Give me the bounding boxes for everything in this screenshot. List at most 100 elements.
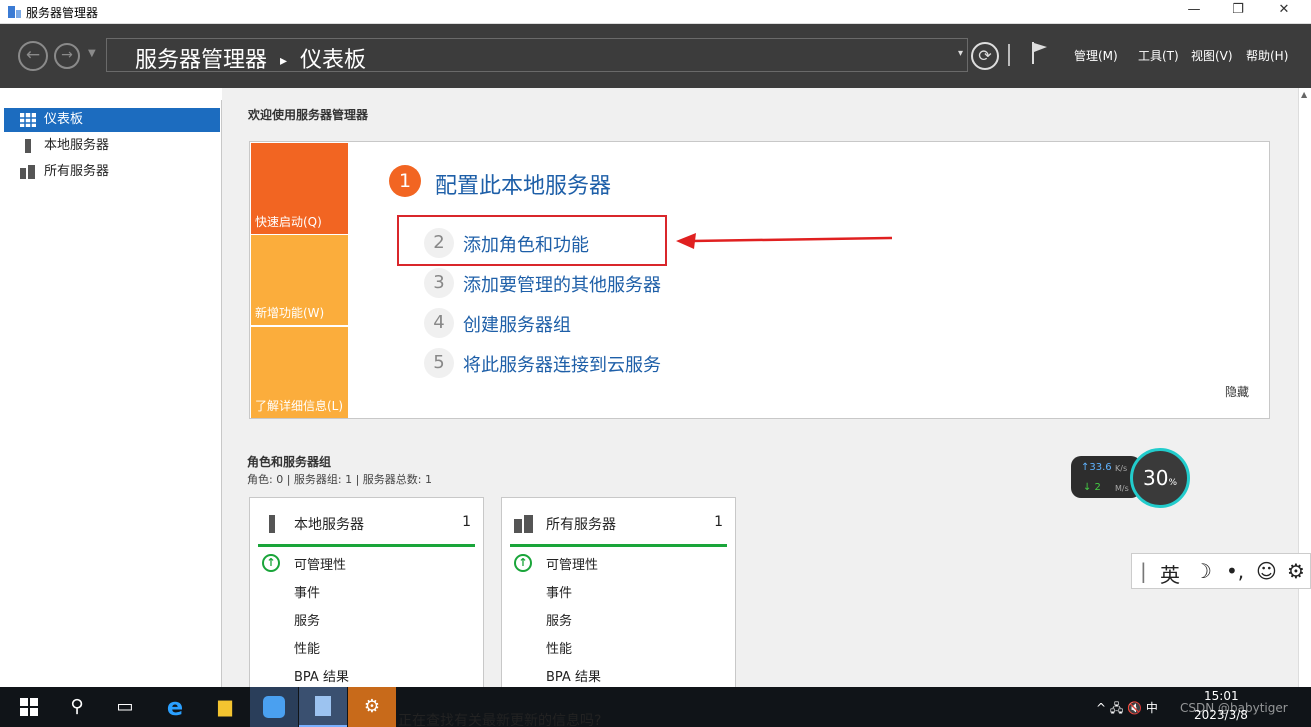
- step-number-badge: 3: [424, 268, 454, 298]
- usage-percent: 30: [1142, 466, 1169, 490]
- menu-manage[interactable]: 管理(M): [1074, 47, 1118, 64]
- breadcrumb-current: 仪表板: [300, 48, 367, 73]
- taskbar: ⚲ ▭ e ▆ ⚙ ^ 🖧 🔇 中 15:01 2023/3/8 CSDN @b…: [0, 687, 1311, 727]
- card-title[interactable]: 本地服务器: [294, 514, 364, 534]
- title-bar: 服务器管理器 — ❐ ✕: [0, 0, 1311, 24]
- status-ok-icon: ↑: [514, 554, 532, 572]
- sidebar-item-label: 本地服务器: [44, 138, 110, 153]
- moon-icon[interactable]: ☽: [1194, 559, 1212, 583]
- welcome-tile: 快速启动(Q) 新增功能(W) 了解详细信息(L) 1 配置此本地服务器 2 添…: [249, 141, 1270, 419]
- usage-percent-unit: %: [1168, 478, 1177, 488]
- card-row-manageability[interactable]: 可管理性: [546, 554, 598, 573]
- breadcrumb: 服务器管理器 ▸ 仪表板 ▾: [106, 38, 968, 73]
- search-icon[interactable]: ⚲: [53, 687, 101, 727]
- add-roles-features-link[interactable]: 添加角色和功能: [463, 231, 589, 257]
- server-group-card[interactable]: 本地服务器 1 ↑ 可管理性 事件 服务 性能 BPA 结果: [249, 497, 484, 697]
- step-number-badge: 2: [424, 228, 454, 258]
- close-button[interactable]: ✕: [1264, 2, 1304, 22]
- servers-icon: [20, 165, 35, 179]
- sidebar-item-local-server[interactable]: 本地服务器: [4, 134, 220, 158]
- emoji-icon[interactable]: ☺: [1256, 559, 1277, 583]
- tile-quick-start[interactable]: 快速启动(Q): [251, 143, 348, 234]
- refresh-button[interactable]: ⟳: [971, 42, 999, 70]
- menu-view[interactable]: 视图(V): [1191, 47, 1233, 64]
- server-manager-icon[interactable]: [299, 687, 347, 727]
- divider: [1008, 44, 1010, 66]
- card-row-performance[interactable]: 性能: [294, 638, 320, 657]
- menu-help[interactable]: 帮助(H): [1246, 47, 1288, 64]
- roles-summary: 角色: 0 | 服务器组: 1 | 服务器总数: 1: [247, 473, 433, 486]
- add-servers-link[interactable]: 添加要管理的其他服务器: [463, 271, 661, 297]
- welcome-heading: 欢迎使用服务器管理器: [248, 108, 369, 122]
- step-number-badge: 4: [424, 308, 454, 338]
- ime-settings-icon[interactable]: ⚙: [1287, 559, 1305, 583]
- dashboard-icon: [20, 113, 36, 127]
- window-title: 服务器管理器: [26, 6, 99, 20]
- servers-icon: [514, 515, 533, 533]
- step-number-badge: 5: [424, 348, 454, 378]
- tile-label: 新增功能(W): [255, 306, 325, 320]
- create-server-group-link[interactable]: 创建服务器组: [463, 311, 571, 337]
- history-dropdown-icon[interactable]: ▼: [88, 48, 96, 59]
- tile-whats-new[interactable]: 新增功能(W): [251, 235, 348, 325]
- card-row-services[interactable]: 服务: [294, 610, 320, 629]
- ime-drag-handle[interactable]: |: [1140, 559, 1147, 583]
- card-row-bpa[interactable]: BPA 结果: [546, 666, 601, 685]
- server-manager-icon: [8, 6, 21, 18]
- card-row-services[interactable]: 服务: [546, 610, 572, 629]
- ime-toolbar: | 英 ☽ •, ☺ ⚙: [1131, 553, 1311, 589]
- app-icon[interactable]: [250, 687, 298, 727]
- punctuation-icon[interactable]: •,: [1226, 559, 1244, 583]
- maximize-button[interactable]: ❐: [1218, 2, 1258, 22]
- sidebar: 仪表板 本地服务器 所有服务器: [4, 100, 222, 690]
- windows-icon[interactable]: [5, 687, 53, 727]
- red-arrow-annotation: [676, 233, 893, 249]
- card-count: 1: [462, 514, 471, 530]
- upload-unit: K/s: [1115, 464, 1128, 473]
- vertical-scrollbar[interactable]: ▲: [1298, 88, 1311, 690]
- breadcrumb-root[interactable]: 服务器管理器: [135, 48, 267, 73]
- forward-button[interactable]: →: [54, 43, 80, 69]
- roles-heading: 角色和服务器组: [247, 455, 332, 469]
- status-bar: [510, 544, 727, 547]
- card-count: 1: [714, 514, 723, 530]
- tile-learn-more[interactable]: 了解详细信息(L): [251, 327, 348, 418]
- ie-icon[interactable]: e: [151, 687, 199, 727]
- watermark: CSDN @babytiger: [1180, 701, 1288, 715]
- server-group-card[interactable]: 所有服务器 1 ↑ 可管理性 事件 服务 性能 BPA 结果: [501, 497, 736, 697]
- tile-label: 快速启动(Q): [255, 215, 322, 229]
- dashboard-main: 欢迎使用服务器管理器 快速启动(Q) 新增功能(W) 了解详细信息(L) 1 配…: [222, 88, 1311, 697]
- download-unit: M/s: [1115, 484, 1129, 493]
- settings-icon[interactable]: ⚙: [348, 687, 396, 727]
- hide-link[interactable]: 隐藏: [1225, 383, 1249, 400]
- menu-tools[interactable]: 工具(T): [1138, 47, 1179, 64]
- card-row-events[interactable]: 事件: [294, 582, 320, 601]
- minimize-button[interactable]: —: [1174, 2, 1214, 22]
- sidebar-item-dashboard[interactable]: 仪表板: [4, 108, 220, 132]
- ghost-text: 正在查找有关最新更新的信息吗?: [398, 713, 602, 727]
- card-row-performance[interactable]: 性能: [546, 638, 572, 657]
- configure-local-server-link[interactable]: 配置此本地服务器: [435, 168, 611, 200]
- system-tray-icons[interactable]: ^ 🖧 🔇 中: [1096, 699, 1158, 720]
- nav-bar: ← → ▼ 服务器管理器 ▸ 仪表板 ▾ ⟳ 管理(M) 工具(T) 视图(V)…: [0, 24, 1311, 88]
- connect-cloud-link[interactable]: 将此服务器连接到云服务: [463, 351, 661, 377]
- card-row-manageability[interactable]: 可管理性: [294, 554, 346, 573]
- card-row-bpa[interactable]: BPA 结果: [294, 666, 349, 685]
- ime-language-toggle[interactable]: 英: [1160, 559, 1180, 588]
- breadcrumb-dropdown-icon[interactable]: ▾: [958, 48, 963, 59]
- task-view-icon[interactable]: ▭: [101, 687, 149, 727]
- sidebar-item-all-servers[interactable]: 所有服务器: [4, 160, 220, 184]
- status-ok-icon: ↑: [262, 554, 280, 572]
- card-title[interactable]: 所有服务器: [546, 514, 616, 534]
- notifications-flag-icon[interactable]: [1030, 40, 1050, 66]
- tile-label: 了解详细信息(L): [255, 399, 344, 413]
- server-icon: [269, 515, 275, 533]
- step-number-badge: 1: [389, 165, 421, 197]
- breadcrumb-separator-icon: ▸: [280, 53, 288, 69]
- status-bar: [258, 544, 475, 547]
- card-row-events[interactable]: 事件: [546, 582, 572, 601]
- back-button[interactable]: ←: [18, 41, 48, 71]
- download-speed: ↓ 2: [1083, 482, 1101, 493]
- file-explorer-icon[interactable]: ▆: [201, 687, 249, 727]
- sidebar-item-label: 仪表板: [44, 112, 84, 127]
